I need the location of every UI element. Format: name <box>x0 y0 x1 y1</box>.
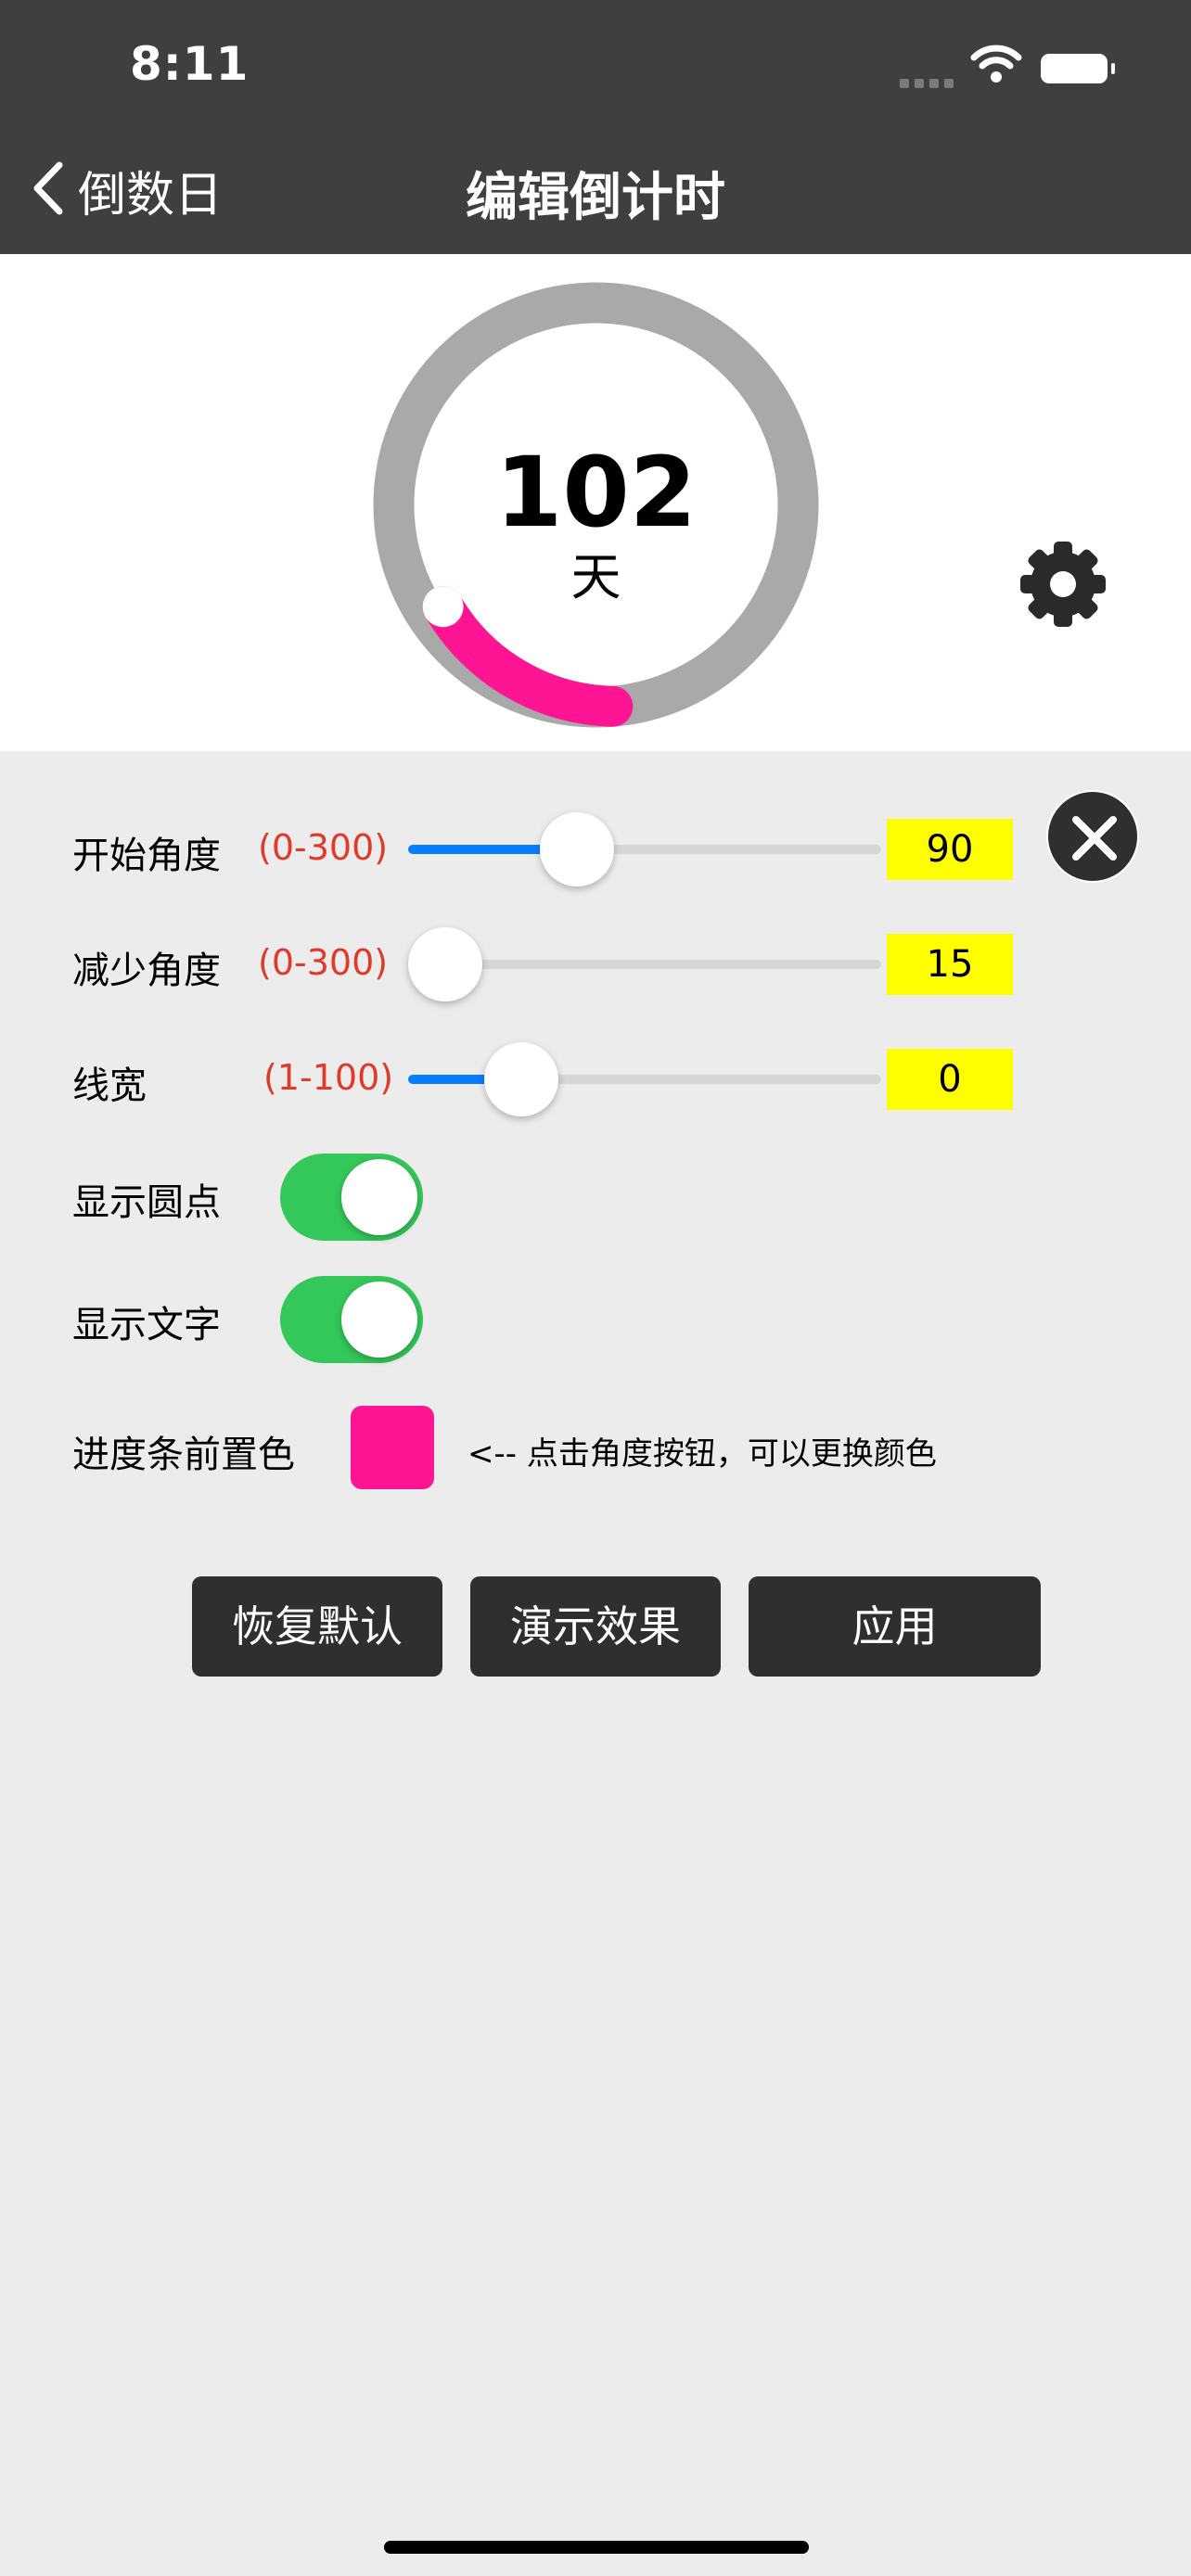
reduce-angle-value[interactable]: 15 <box>887 934 1013 995</box>
cellular-signal-icon <box>900 74 959 92</box>
show-dot-toggle[interactable] <box>280 1154 423 1241</box>
slider-thumb[interactable] <box>483 1042 558 1116</box>
wifi-icon <box>970 45 1022 87</box>
show-text-label: 显示文字 <box>72 1304 221 1346</box>
line-width-label: 线宽 <box>72 1065 147 1107</box>
line-width-slider[interactable] <box>408 1042 881 1116</box>
start-angle-value[interactable]: 90 <box>887 819 1013 880</box>
toggle-knob <box>341 1159 417 1235</box>
close-button[interactable] <box>1046 790 1139 883</box>
line-width-range: (1-100) <box>263 1057 394 1098</box>
start-angle-label: 开始角度 <box>72 835 221 877</box>
reduce-angle-label: 减少角度 <box>72 950 221 992</box>
start-angle-range: (0-300) <box>258 827 389 868</box>
close-icon <box>1072 816 1117 861</box>
reduce-angle-range: (0-300) <box>258 942 389 983</box>
slider-thumb[interactable] <box>539 812 614 886</box>
settings-gear-button[interactable] <box>1018 540 1108 629</box>
demo-button[interactable]: 演示效果 <box>470 1576 721 1677</box>
countdown-number: 102 <box>494 436 698 549</box>
progress-color-swatch[interactable] <box>351 1406 434 1489</box>
battery-icon <box>1041 54 1115 83</box>
settings-panel: 开始角度 (0-300) 90 减少角度 (0-300) 15 线宽 (1-10… <box>0 751 1191 2576</box>
page-title: 编辑倒计时 <box>466 168 725 228</box>
gear-icon <box>1020 542 1106 627</box>
color-hint-text: <-- 点击角度按钮，可以更换颜色 <box>467 1435 937 1473</box>
navigation-header: 8:11 倒数日 编辑倒计时 <box>0 0 1191 254</box>
toggle-knob <box>341 1282 417 1358</box>
show-dot-label: 显示圆点 <box>72 1181 221 1224</box>
reset-button[interactable]: 恢复默认 <box>192 1576 442 1677</box>
progress-color-label: 进度条前置色 <box>72 1434 295 1476</box>
slider-thumb[interactable] <box>408 927 482 1001</box>
home-indicator <box>384 2541 809 2554</box>
line-width-value[interactable]: 0 <box>887 1049 1013 1110</box>
show-text-toggle[interactable] <box>280 1276 423 1363</box>
start-angle-slider[interactable] <box>408 812 881 886</box>
apply-button[interactable]: 应用 <box>749 1576 1041 1677</box>
status-time: 8:11 <box>130 37 250 91</box>
reduce-angle-slider[interactable] <box>408 927 881 1001</box>
countdown-unit: 天 <box>570 548 621 606</box>
countdown-preview: 102 天 <box>0 254 1191 751</box>
ring-progress <box>422 586 634 727</box>
